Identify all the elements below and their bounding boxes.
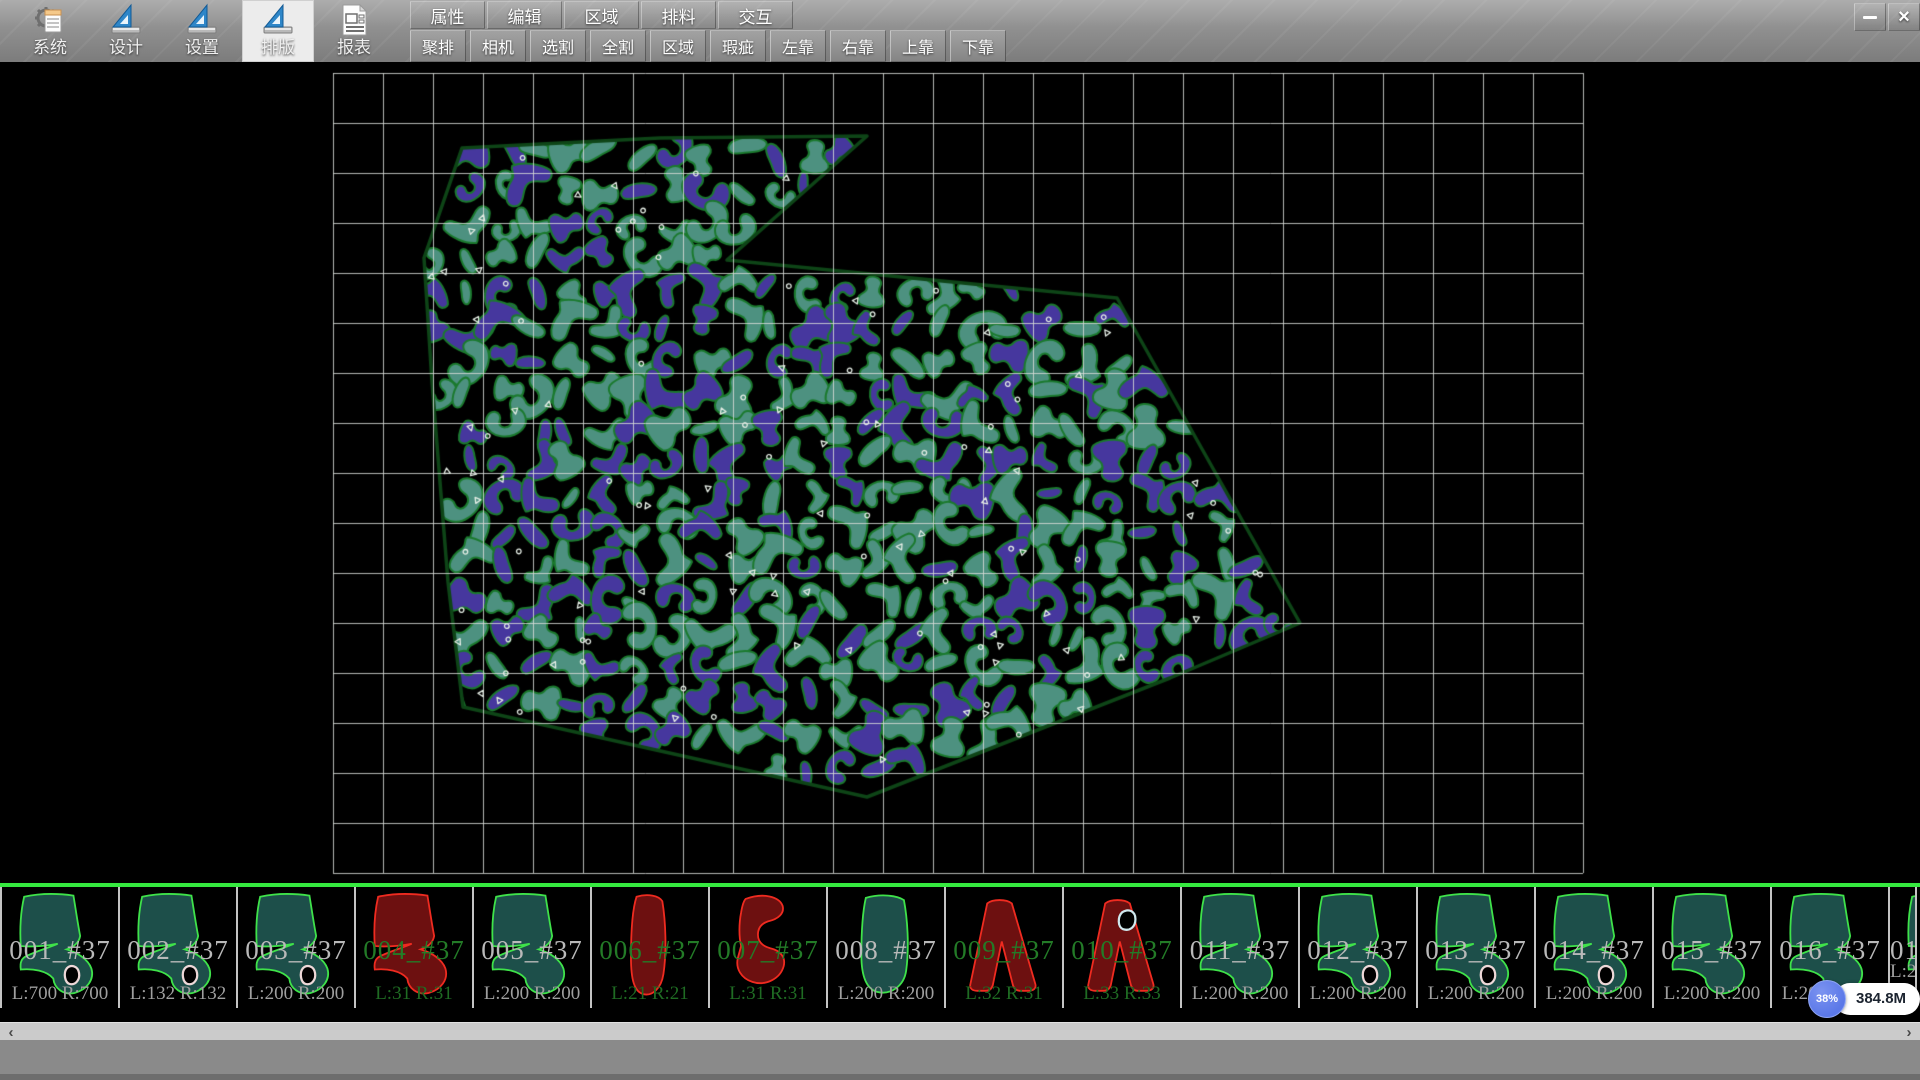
main-button-label: 系统 — [33, 38, 67, 58]
piece-id-label: 011_#37 — [1182, 935, 1298, 966]
piece-lr-label: L:32 R:31 — [946, 983, 1062, 1005]
piece-id-label: 008_#37 — [828, 935, 944, 966]
main-button-label: 报表 — [337, 38, 371, 58]
piece-thumbnail-015_#37[interactable]: 015_#37 L:200 R:200 — [1654, 887, 1772, 1008]
piece-id-label: 005_#37 — [474, 935, 590, 966]
menu-button-1[interactable]: 编辑 — [487, 1, 562, 29]
tool-button-5[interactable]: 瑕疵 — [710, 30, 766, 62]
nesting-canvas[interactable] — [0, 62, 1920, 883]
main-toolbar: 系统 设计 设置 排版 报表 属性编辑区域排料交互 聚排相机选割全割区域瑕疵左靠… — [0, 0, 1920, 63]
minimize-icon — [1863, 16, 1877, 19]
tool-button-9[interactable]: 下靠 — [950, 30, 1006, 62]
ruler-icon — [109, 2, 143, 38]
piece-lr-label: L:200 R:200 — [1654, 983, 1770, 1005]
tool-button-3[interactable]: 全割 — [590, 30, 646, 62]
piece-id-label: 004_#37 — [356, 935, 472, 966]
piece-id-label: 003_#37 — [238, 935, 354, 966]
tool-bar: 聚排相机选割全割区域瑕疵左靠右靠上靠下靠 — [410, 30, 1010, 62]
piece-id-label: 001_#37 — [2, 935, 118, 966]
piece-lr-label: L:21 R:21 — [592, 983, 708, 1005]
tool-button-2[interactable]: 选割 — [530, 30, 586, 62]
piece-id-label: 002_#37 — [120, 935, 236, 966]
tool-button-7[interactable]: 右靠 — [830, 30, 886, 62]
horizontal-scrollbar[interactable]: ‹ › — [0, 1022, 1920, 1041]
piece-thumbnail-005_#37[interactable]: 005_#37 L:200 R:200 — [474, 887, 592, 1008]
main-button-label: 排版 — [261, 38, 295, 58]
main-button-1[interactable]: 设计 — [90, 0, 162, 62]
piece-lr-label: L:200 R:200 — [1182, 983, 1298, 1005]
piece-thumbnail-014_#37[interactable]: 014_#37 L:200 R:200 — [1536, 887, 1654, 1008]
scroll-left-arrow[interactable]: ‹ — [0, 1023, 22, 1041]
recorder-badge[interactable]: 384.8M 38% — [1808, 980, 1918, 1020]
piece-thumbnail-001_#37[interactable]: 001_#37 L:700 R:700 — [2, 887, 120, 1008]
main-button-0[interactable]: 系统 — [14, 0, 86, 62]
piece-thumbnail-007_#37[interactable]: 007_#37 L:31 R:31 — [710, 887, 828, 1008]
tool-button-4[interactable]: 区域 — [650, 30, 706, 62]
menu-bar: 属性编辑区域排料交互 — [410, 1, 795, 29]
piece-id-label: 015_#37 — [1654, 935, 1770, 966]
tool-button-0[interactable]: 聚排 — [410, 30, 466, 62]
gear-form-icon — [33, 2, 67, 38]
tool-button-1[interactable]: 相机 — [470, 30, 526, 62]
piece-lr-label: L:31 R:31 — [710, 983, 826, 1005]
piece-id-label: 009_#37 — [946, 935, 1062, 966]
piece-thumbnail-013_#37[interactable]: 013_#37 L:200 R:200 — [1418, 887, 1536, 1008]
percent-circle: 38% — [1808, 980, 1846, 1018]
footer-edge — [0, 1074, 1920, 1080]
scroll-right-arrow[interactable]: › — [1898, 1023, 1920, 1041]
menu-button-4[interactable]: 交互 — [718, 1, 793, 29]
piece-thumbnail-011_#37[interactable]: 011_#37 L:200 R:200 — [1182, 887, 1300, 1008]
piece-lr-label: L:700 R:700 — [2, 983, 118, 1005]
main-button-4[interactable]: 报表 — [318, 0, 390, 62]
piece-thumbnail-009_#37[interactable]: 009_#37 L:32 R:31 — [946, 887, 1064, 1008]
piece-thumbnail-002_#37[interactable]: 002_#37 L:132 R:132 — [120, 887, 238, 1008]
piece-lr-label: L:200 R:200 — [1418, 983, 1534, 1005]
piece-lr-label: L:132 R:132 — [120, 983, 236, 1005]
piece-thumbnail-006_#37[interactable]: 006_#37 L:21 R:21 — [592, 887, 710, 1008]
piece-thumbnail-008_#37[interactable]: 008_#37 L:200 R:200 — [828, 887, 946, 1008]
memory-pill: 384.8M — [1834, 983, 1920, 1015]
tool-button-6[interactable]: 左靠 — [770, 30, 826, 62]
piece-lr-label: L:200 R:200 — [1300, 983, 1416, 1005]
piece-id-label: 006_#37 — [592, 935, 708, 966]
main-button-3[interactable]: 排版 — [242, 0, 314, 62]
piece-thumbnail-strip: 001_#37 L:700 R:700 002_#37 L:132 R:132 00… — [0, 887, 1920, 1008]
piece-id-label: 007_#37 — [710, 935, 826, 966]
main-button-label: 设置 — [185, 38, 219, 58]
main-button-2[interactable]: 设置 — [166, 0, 238, 62]
piece-id-label: 014_#37 — [1536, 935, 1652, 966]
piece-thumbnail-003_#37[interactable]: 003_#37 L:200 R:200 — [238, 887, 356, 1008]
minimize-button[interactable] — [1854, 3, 1886, 31]
piece-id-label: 013_#37 — [1418, 935, 1534, 966]
piece-lr-label: L:31 R:31 — [356, 983, 472, 1005]
menu-button-3[interactable]: 排料 — [641, 1, 716, 29]
menu-button-0[interactable]: 属性 — [410, 1, 485, 29]
nesting-app-window: 系统 设计 设置 排版 报表 属性编辑区域排料交互 聚排相机选割全割区域瑕疵左靠… — [0, 0, 1920, 1080]
piece-lr-label: L:33 R:33 — [1064, 983, 1180, 1005]
piece-lr-label: L:200 R:200 — [828, 983, 944, 1005]
main-button-label: 设计 — [109, 38, 143, 58]
piece-thumbnail-012_#37[interactable]: 012_#37 L:200 R:200 — [1300, 887, 1418, 1008]
close-icon: × — [1898, 6, 1910, 29]
close-button[interactable]: × — [1888, 3, 1920, 31]
report-icon — [337, 2, 371, 38]
piece-lr-label: L:200 R:200 — [1536, 983, 1652, 1005]
piece-id-label: 010_#37 — [1064, 935, 1180, 966]
ruler-icon — [261, 2, 295, 38]
piece-lr-label: L:200 R:200 — [474, 983, 590, 1005]
menu-button-2[interactable]: 区域 — [564, 1, 639, 29]
piece-thumbnail-010_#37[interactable]: 010_#37 L:33 R:33 — [1064, 887, 1182, 1008]
piece-thumbnail-004_#37[interactable]: 004_#37 L:31 R:31 — [356, 887, 474, 1008]
status-footer — [0, 1040, 1920, 1074]
piece-id-label: 012_#37 — [1300, 935, 1416, 966]
piece-id-label: 016_#37 — [1772, 935, 1888, 966]
piece-lr-label: L:200 R:200 — [238, 983, 354, 1005]
tool-button-8[interactable]: 上靠 — [890, 30, 946, 62]
ruler-icon — [185, 2, 219, 38]
